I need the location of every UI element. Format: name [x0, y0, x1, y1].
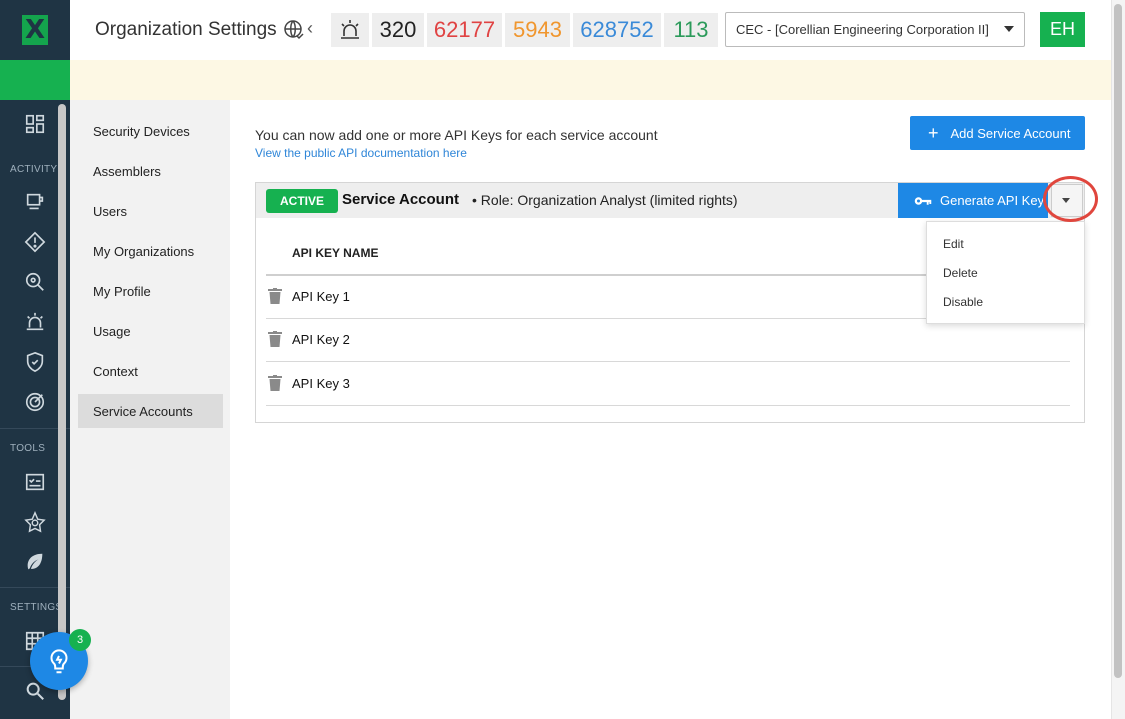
counter-warning[interactable]: 5943	[505, 13, 570, 47]
service-account-header: ACTIVE Service Account • Role: Organizat…	[256, 183, 1084, 218]
logo-mark: X	[22, 15, 48, 45]
generate-api-key-label: Generate API Key	[940, 193, 1045, 208]
settings-nav: Security Devices Assemblers Users My Org…	[70, 100, 230, 719]
rail-scrollbar[interactable]	[58, 104, 66, 700]
globe-check-icon[interactable]	[282, 18, 306, 42]
checklist-icon[interactable]	[23, 470, 47, 494]
notice-banner	[70, 60, 1111, 100]
table-row: API Key 2	[266, 318, 1070, 360]
counter-bar: 320 62177 5943 628752 113	[331, 13, 721, 47]
key-icon	[914, 196, 932, 205]
add-service-account-button[interactable]: + Add Service Account	[910, 116, 1085, 150]
row-divider	[266, 405, 1070, 406]
lightbulb-icon	[50, 649, 68, 674]
service-account-role: • Role: Organization Analyst (limited ri…	[472, 192, 738, 208]
monitor-icon[interactable]	[23, 190, 47, 214]
trash-icon[interactable]	[268, 288, 282, 304]
nav-item-my-profile[interactable]: My Profile	[78, 274, 223, 308]
generate-api-key-button[interactable]: Generate API Key	[898, 183, 1048, 218]
nav-item-context[interactable]: Context	[78, 354, 223, 388]
alarm-icon	[341, 20, 359, 39]
add-service-account-label: Add Service Account	[950, 125, 1071, 141]
chevron-left-icon[interactable]: ‹	[307, 18, 313, 39]
dashboard-icon[interactable]	[23, 112, 47, 136]
alert-diamond-icon[interactable]	[23, 230, 47, 254]
help-badge: 3	[69, 629, 91, 651]
web-icon[interactable]	[23, 510, 47, 534]
table-row: API Key 3	[266, 362, 1070, 404]
left-rail: X ACTIVITY TOOLS SETTINGS	[0, 0, 70, 719]
leaf-icon[interactable]	[23, 550, 47, 574]
api-docs-link[interactable]: View the public API documentation here	[255, 146, 467, 160]
nav-item-users[interactable]: Users	[78, 194, 223, 228]
nav-item-security-devices[interactable]: Security Devices	[78, 114, 223, 148]
rail-section-activity: ACTIVITY	[10, 164, 58, 175]
menu-item-delete[interactable]: Delete	[927, 258, 1084, 287]
rail-section-settings: SETTINGS	[10, 602, 63, 613]
shield-icon[interactable]	[23, 350, 47, 374]
page-scrollbar-thumb[interactable]	[1114, 4, 1122, 678]
generate-options-toggle[interactable]	[1051, 184, 1083, 217]
trash-icon[interactable]	[268, 331, 282, 347]
api-key-name: API Key 3	[292, 375, 350, 391]
nav-item-service-accounts[interactable]: Service Accounts	[78, 394, 223, 428]
page-title: Organization Settings	[95, 19, 277, 40]
rail-section-tools: TOOLS	[10, 443, 46, 454]
counter-alarm[interactable]	[331, 13, 369, 47]
service-account-name: Service Account	[342, 191, 459, 208]
menu-item-disable[interactable]: Disable	[927, 287, 1084, 316]
alarm-icon[interactable]	[23, 310, 47, 334]
intro-text: You can now add one or more API Keys for…	[255, 127, 658, 143]
api-key-name: API Key 1	[292, 288, 350, 304]
status-badge: ACTIVE	[266, 189, 338, 213]
search-eye-icon[interactable]	[23, 270, 47, 294]
counter-info[interactable]: 628752	[573, 13, 661, 47]
caret-down-icon	[1062, 198, 1070, 203]
nav-item-usage[interactable]: Usage	[78, 314, 223, 348]
organization-select[interactable]: CEC - [Corellian Engineering Corporation…	[725, 12, 1025, 47]
rail-green-bar	[0, 60, 70, 100]
organization-select-value: CEC - [Corellian Engineering Corporation…	[736, 22, 989, 37]
counter-critical[interactable]: 62177	[427, 13, 502, 47]
nav-item-assemblers[interactable]: Assemblers	[78, 154, 223, 188]
counter-total[interactable]: 320	[372, 13, 424, 47]
api-key-options-menu: Edit Delete Disable	[926, 221, 1085, 324]
trash-icon[interactable]	[268, 375, 282, 391]
menu-item-edit[interactable]: Edit	[927, 229, 1084, 258]
api-key-name: API Key 2	[292, 331, 350, 347]
plus-icon: +	[928, 123, 939, 143]
column-header-api-key-name: API KEY NAME	[292, 246, 379, 260]
nav-item-my-organizations[interactable]: My Organizations	[78, 234, 223, 268]
chevron-down-icon	[1004, 26, 1014, 32]
top-header: Organization Settings ‹ 320 62177 5943 6…	[70, 0, 1111, 60]
main-content: You can now add one or more API Keys for…	[230, 100, 1111, 719]
target-icon[interactable]	[23, 390, 47, 414]
user-avatar[interactable]: EH	[1040, 12, 1085, 47]
counter-ok[interactable]: 113	[664, 13, 718, 47]
app-logo[interactable]: X	[0, 0, 70, 60]
